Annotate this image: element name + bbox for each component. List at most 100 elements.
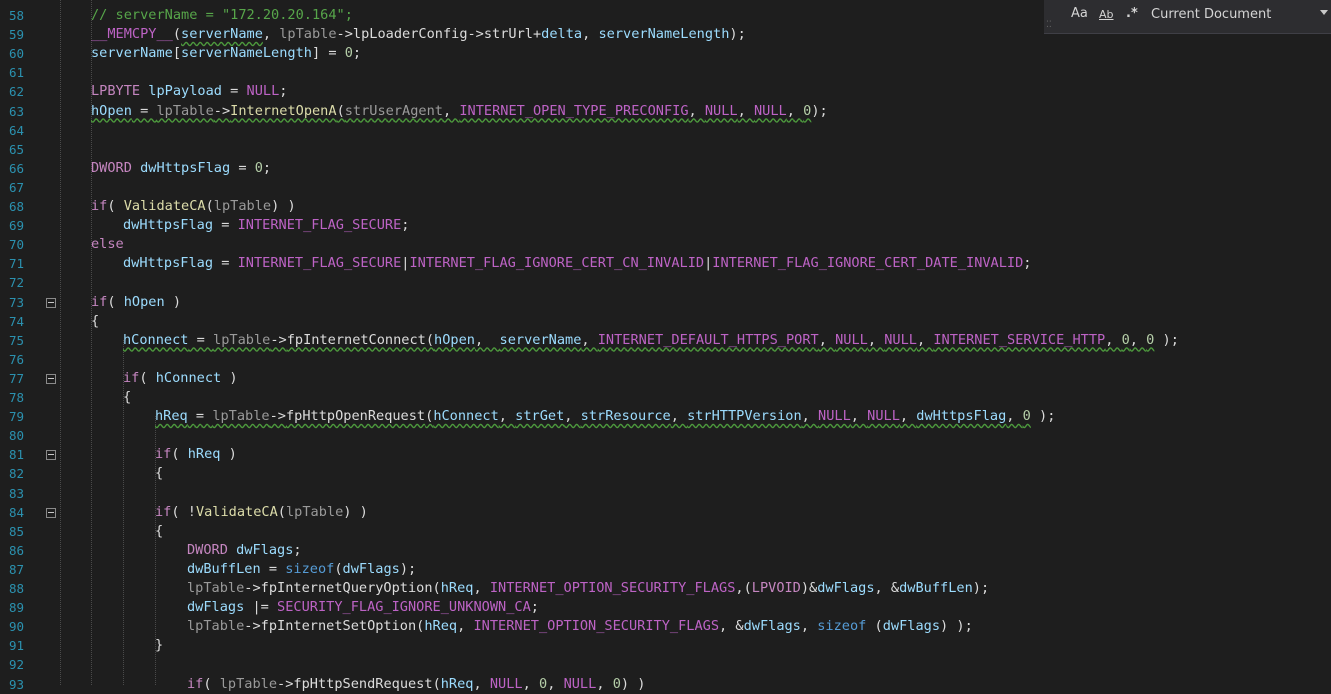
code-token: dwBuffLen: [187, 560, 261, 577]
code-line[interactable]: 72: [0, 273, 1331, 292]
code-line[interactable]: 86 DWORD dwFlags;: [0, 541, 1331, 560]
code-token: =: [221, 83, 247, 100]
code-token: (: [425, 331, 435, 348]
code-line[interactable]: 92: [0, 655, 1331, 674]
chevron-down-icon[interactable]: [1320, 10, 1328, 15]
code-line[interactable]: 67: [0, 178, 1331, 197]
code-line[interactable]: 66 DWORD dwHttpsFlag = 0;: [0, 159, 1331, 178]
line-number: 69: [8, 218, 24, 234]
line-number: 70: [8, 237, 24, 253]
code-line[interactable]: 80: [0, 426, 1331, 445]
line-number: 79: [8, 409, 24, 425]
code-line[interactable]: 68 if( ValidateCA(lpTable) ): [0, 197, 1331, 216]
search-scope-dropdown[interactable]: Current Document: [1151, 7, 1271, 22]
code-line[interactable]: 83: [0, 484, 1331, 503]
code-token: strGet: [515, 408, 565, 425]
code-token: (: [432, 580, 441, 596]
code-token: dwFlags: [342, 560, 400, 577]
code-token: =: [213, 255, 238, 272]
line-number: 60: [8, 46, 24, 62]
code-token: hReq: [155, 408, 188, 425]
code-line[interactable]: 79 hReq = lpTable->fpHttpOpenRequest(hCon…: [0, 407, 1331, 426]
code-line[interactable]: 69 dwHttpsFlag = INTERNET_FLAG_SECURE;: [0, 216, 1331, 235]
code-line[interactable]: 74 {: [0, 312, 1331, 331]
code-line[interactable]: 62 LPBYTE lpPayload = NULL;: [0, 82, 1331, 101]
code-line[interactable]: 81 if( hReq ): [0, 445, 1331, 464]
code-token: (: [203, 675, 220, 692]
code-line[interactable]: 77 if( hConnect ): [0, 369, 1331, 388]
code-line[interactable]: 88 lpTable->fpInternetQueryOption(hReq, I…: [0, 579, 1331, 598]
code-token: ,: [1129, 331, 1147, 348]
code-token: if: [123, 369, 140, 386]
line-number: 59: [8, 27, 24, 43]
code-line[interactable]: 76: [0, 350, 1331, 369]
code-token: ,: [262, 26, 280, 43]
whole-word-icon[interactable]: Ab: [1099, 8, 1114, 21]
code-token: =: [188, 331, 214, 348]
code-token: dwHttpsFlag: [123, 255, 214, 272]
code-token: INTERNET_FLAG_SECURE: [237, 217, 402, 234]
code-token: INTERNET_OPTION_SECURITY_FLAGS: [473, 618, 720, 635]
code-token: {: [123, 389, 132, 405]
code-line[interactable]: 85 {: [0, 522, 1331, 541]
code-token: lpTable: [213, 198, 272, 214]
code-token: ,: [564, 408, 581, 425]
code-token: ;: [1023, 255, 1032, 272]
code-text: serverName[serverNameLength] = 0;: [91, 44, 361, 63]
code-token: ,: [547, 675, 564, 692]
match-case-icon[interactable]: Aa: [1071, 6, 1088, 21]
collapse-icon[interactable]: [46, 297, 56, 308]
code-line[interactable]: 90 lpTable->fpInternetSetOption (hReq, INT…: [0, 617, 1331, 636]
line-number: 63: [8, 103, 24, 119]
line-number: 78: [8, 390, 24, 405]
code-token: {: [91, 312, 100, 329]
code-line[interactable]: 84 if( !ValidateCA(lpTable) ): [0, 503, 1331, 522]
code-token: ;: [352, 45, 362, 62]
code-token: ,: [582, 26, 599, 43]
code-line[interactable]: 93 if( lpTable->fpHttpSendRequest(hReq, N…: [0, 675, 1331, 694]
code-token: ) ): [343, 503, 368, 520]
code-text: DWORD dwHttpsFlag = 0;: [91, 159, 271, 178]
code-token: ) ): [620, 675, 646, 692]
code-token: serverName: [91, 45, 173, 62]
code-token: dwHttpsFlag: [123, 217, 214, 234]
code-line[interactable]: 65: [0, 140, 1331, 159]
code-token: LPBYTE: [91, 83, 141, 100]
code-line[interactable]: 64: [0, 121, 1331, 140]
code-line[interactable]: 60 serverName[serverNameLength] = 0;: [0, 44, 1331, 63]
code-line[interactable]: 82 {: [0, 464, 1331, 483]
code-token: , &: [719, 618, 744, 635]
collapse-icon[interactable]: [46, 450, 56, 461]
code-token: lpLoaderConfig: [352, 26, 468, 43]
code-line[interactable]: 91}: [0, 636, 1331, 655]
code-token: );: [1030, 408, 1056, 425]
code-token: NULL: [754, 102, 787, 119]
line-number: 88: [8, 581, 24, 596]
line-number: 85: [8, 523, 24, 539]
code-line[interactable]: 87 dwBuffLen = sizeof(dwFlags);: [0, 560, 1331, 579]
code-token: (: [172, 26, 182, 43]
code-line[interactable]: 70 else: [0, 235, 1331, 254]
code-token: ,: [916, 331, 934, 348]
code-line[interactable]: 63 hOpen = lpTable->InternetOpenA(strUser…: [0, 102, 1331, 121]
code-line[interactable]: 89 dwFlags |= SECURITY_FLAG_IGNORE_UNKNOW…: [0, 598, 1331, 617]
code-editor[interactable]: 58 // serverName = "172.20.20.164"; 59 __ME…: [0, 0, 1331, 692]
code-line[interactable]: 78 {: [0, 388, 1331, 407]
code-token: dwBuffLen: [899, 580, 973, 596]
code-token: NULL: [489, 675, 523, 692]
code-token: dwFlags: [817, 580, 875, 596]
code-line[interactable]: 75 hConnect = lpTable->fpInternetConnect(…: [0, 331, 1331, 350]
line-number: 66: [8, 160, 24, 176]
code-line[interactable]: 71 dwHttpsFlag = INTERNET_FLAG_SECURE|INT…: [0, 254, 1331, 273]
code-token: lpTable: [285, 503, 344, 520]
code-token: serverName: [181, 26, 263, 43]
code-line[interactable]: 61: [0, 63, 1331, 82]
code-line[interactable]: 73 if( hOpen ): [0, 293, 1331, 312]
collapse-icon[interactable]: [46, 507, 56, 518]
code-text: if( hOpen ): [91, 293, 181, 312]
code-token: lpTable: [212, 408, 270, 425]
collapse-icon[interactable]: [46, 373, 56, 384]
code-text: LPBYTE lpPayload = NULL;: [91, 82, 287, 101]
regex-icon[interactable]: .*: [1126, 6, 1138, 21]
